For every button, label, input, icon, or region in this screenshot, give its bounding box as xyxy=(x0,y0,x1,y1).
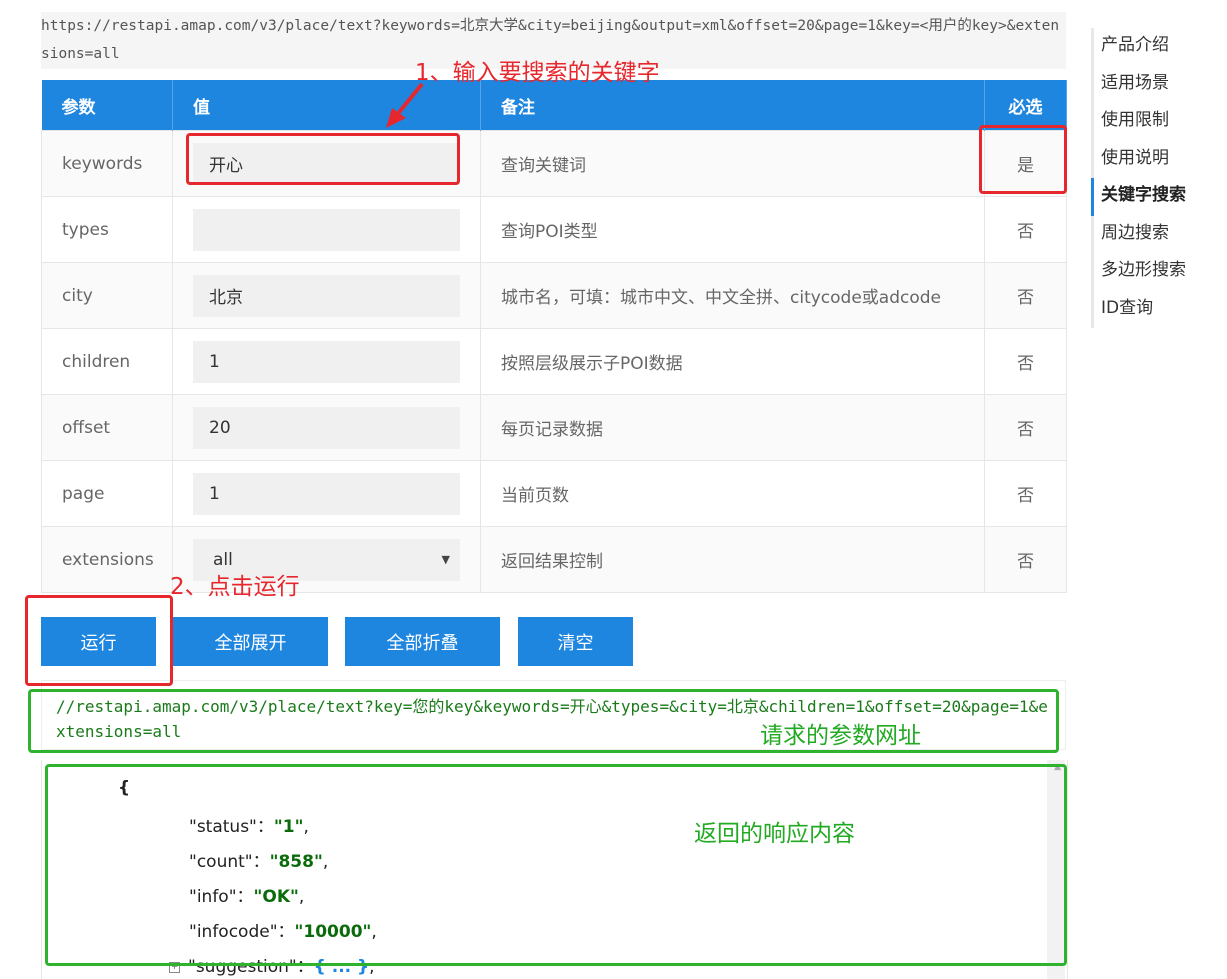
param-required: 否 xyxy=(984,196,1067,263)
param-note: 按照层级展示子POI数据 xyxy=(480,328,985,395)
caret-down-icon: ▼ xyxy=(441,553,450,566)
collapse-all-button[interactable]: 全部折叠 xyxy=(345,617,500,666)
side-nav-item[interactable]: 周边搜索 xyxy=(1094,216,1186,254)
header-param: 参数 xyxy=(41,80,173,131)
side-nav-item[interactable]: 使用说明 xyxy=(1094,141,1186,179)
children-input[interactable]: 1 xyxy=(193,340,460,383)
param-name: city xyxy=(41,262,173,329)
table-row: children 1 按照层级展示子POI数据 否 xyxy=(41,328,1067,395)
annotation-box-keywords xyxy=(186,133,460,185)
header-note: 备注 xyxy=(480,80,985,131)
param-required: 否 xyxy=(984,526,1067,593)
param-name: page xyxy=(41,460,173,527)
param-note: 城市名，可填：城市中文、中文全拼、citycode或adcode xyxy=(480,262,985,329)
annotation-request-url-label: 请求的参数网址 xyxy=(760,723,921,749)
table-header-row: 参数 值 备注 必选 xyxy=(41,80,1067,131)
param-name: offset xyxy=(41,394,173,461)
param-note: 每页记录数据 xyxy=(480,394,985,461)
param-name: children xyxy=(41,328,173,395)
table-row: offset 20 每页记录数据 否 xyxy=(41,394,1067,461)
expand-all-button[interactable]: 全部展开 xyxy=(173,617,328,666)
city-input[interactable]: 北京 xyxy=(193,274,460,317)
param-name: keywords xyxy=(41,130,173,197)
param-note: 查询POI类型 xyxy=(480,196,985,263)
param-note: 查询关键词 xyxy=(480,130,985,197)
annotation-step1: 1、输入要搜索的关键字 xyxy=(415,60,660,86)
clear-button[interactable]: 清空 xyxy=(518,617,633,666)
param-required: 否 xyxy=(984,262,1067,329)
side-nav-item[interactable]: 适用场景 xyxy=(1094,66,1186,104)
table-row: page 1 当前页数 否 xyxy=(41,460,1067,527)
annotation-box-response xyxy=(45,764,1067,966)
annotation-arrow-icon xyxy=(386,82,424,128)
offset-input[interactable]: 20 xyxy=(193,406,460,449)
annotation-box-required xyxy=(979,125,1067,194)
side-nav-item[interactable]: ID查询 xyxy=(1094,291,1186,329)
side-nav-item-active[interactable]: 关键字搜索 xyxy=(1091,178,1186,216)
annotation-response-label: 返回的响应内容 xyxy=(694,821,855,847)
header-required: 必选 xyxy=(984,80,1067,131)
types-input[interactable] xyxy=(193,208,460,251)
table-row: types 查询POI类型 否 xyxy=(41,196,1067,263)
param-required: 否 xyxy=(984,394,1067,461)
param-required: 否 xyxy=(984,460,1067,527)
table-row: city 北京 城市名，可填：城市中文、中文全拼、citycode或adcode… xyxy=(41,262,1067,329)
param-name: extensions xyxy=(41,526,173,593)
side-nav-item[interactable]: 使用限制 xyxy=(1094,103,1186,141)
side-nav-item[interactable]: 产品介绍 xyxy=(1094,28,1186,66)
param-note: 当前页数 xyxy=(480,460,985,527)
side-nav: 产品介绍 适用场景 使用限制 使用说明 关键字搜索 周边搜索 多边形搜索 ID查… xyxy=(1091,28,1186,328)
side-nav-item[interactable]: 多边形搜索 xyxy=(1094,253,1186,291)
annotation-box-run xyxy=(25,595,173,686)
annotation-step2: 2、点击运行 xyxy=(170,574,300,600)
header-value: 值 xyxy=(172,80,481,131)
page-input[interactable]: 1 xyxy=(193,472,460,515)
param-required: 否 xyxy=(984,328,1067,395)
param-note: 返回结果控制 xyxy=(480,526,985,593)
param-name: types xyxy=(41,196,173,263)
